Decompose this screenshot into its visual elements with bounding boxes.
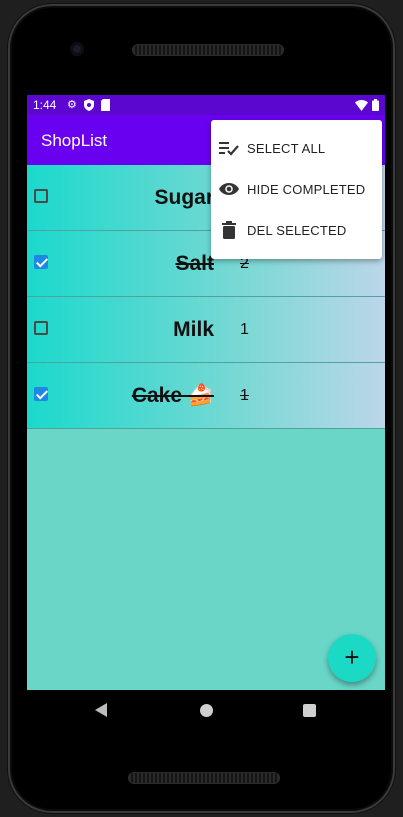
item-name: Cake 🍰 [131, 384, 214, 407]
front-camera [70, 42, 84, 56]
checklist-icon [219, 138, 239, 158]
bottom-speaker [128, 772, 280, 784]
app-title: ShopList [41, 131, 108, 150]
menu-item-select-all[interactable]: SELECT ALL [211, 128, 382, 168]
trash-icon [219, 220, 239, 240]
status-icons: ⚙ [67, 99, 110, 114]
add-item-button[interactable]: + [328, 634, 376, 682]
menu-label: SELECT ALL [247, 140, 326, 156]
item-name: Sugar [154, 186, 214, 209]
sd-card-icon [100, 99, 110, 114]
status-time: 1:44 [33, 98, 57, 112]
status-right-icons [355, 99, 379, 114]
back-icon[interactable] [95, 703, 107, 717]
overflow-menu: SELECT ALL HIDE COMPLETED DEL SELECTED [211, 120, 382, 259]
system-nav-bar [27, 690, 385, 732]
list-item[interactable]: Cake 🍰 1 [27, 363, 385, 429]
shield-icon [83, 99, 94, 114]
item-quantity: 1 [240, 321, 249, 338]
wifi-icon [355, 99, 368, 114]
menu-item-hide-completed[interactable]: HIDE COMPLETED [211, 169, 382, 209]
status-bar: 1:44 ⚙ [27, 95, 385, 115]
battery-icon [372, 99, 379, 114]
menu-label: HIDE COMPLETED [247, 181, 366, 197]
top-speaker [132, 44, 284, 56]
item-quantity: 1 [240, 387, 249, 404]
item-name: Salt [175, 252, 214, 275]
menu-label: DEL SELECTED [247, 222, 347, 238]
eye-icon [219, 179, 239, 199]
menu-item-del-selected[interactable]: DEL SELECTED [211, 210, 382, 250]
list-item[interactable]: Milk 1 [27, 297, 385, 363]
recents-icon[interactable] [303, 704, 316, 717]
item-name: Milk [173, 318, 214, 341]
home-icon[interactable] [200, 704, 213, 717]
gear-icon: ⚙ [67, 99, 77, 111]
